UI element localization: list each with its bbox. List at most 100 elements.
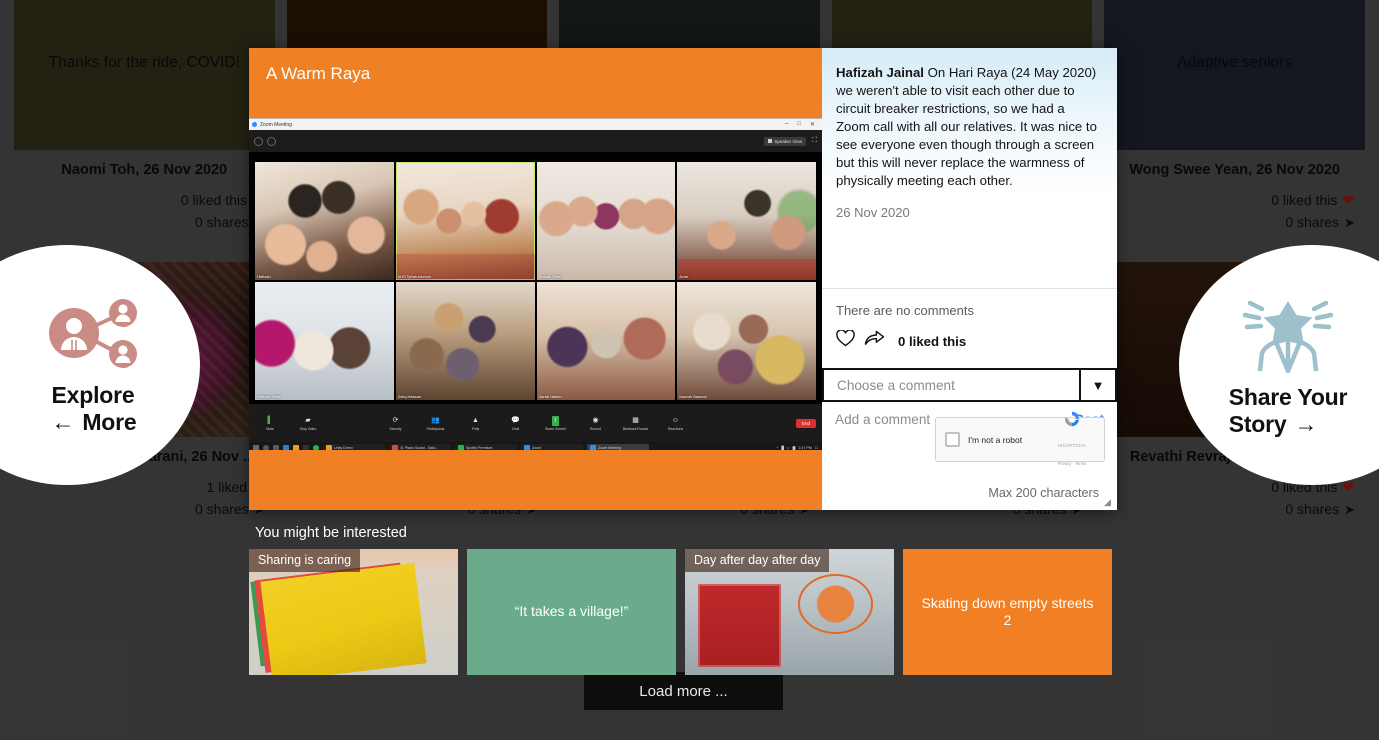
modal-media-pane: A Warm Raya Zoom Meeting – □ ✕: [249, 48, 822, 510]
zoom-chat-button: 💬Chat: [503, 416, 529, 431]
zoom-participant-tile: #HGTyBahAdzriah: [396, 162, 535, 280]
share-story-line2: Story: [1229, 411, 1287, 438]
zoom-top-toolbar: Speaker View ⛶: [249, 130, 822, 152]
recaptcha-checkbox[interactable]: [945, 432, 960, 447]
recaptcha-terms[interactable]: Privacy - Terms: [1058, 461, 1087, 466]
participant-name: Hafizah: [257, 274, 271, 279]
participant-name: Maznih Basirah: [679, 394, 707, 399]
interested-card[interactable]: Skating down empty streets 2: [903, 549, 1112, 675]
interested-card[interactable]: “It takes a village!”: [467, 549, 676, 675]
chart-icon: ▲: [472, 416, 479, 426]
recaptcha-widget[interactable]: I'm not a robot reCAPTCHA Privacy - Term…: [935, 417, 1105, 462]
taskbar-clock: 1:47 PM: [798, 446, 811, 450]
zoom-participants-button: 👥Participants: [423, 416, 449, 431]
network-share-people-icon: [44, 295, 144, 376]
zoom-record-button: ◉Record: [583, 416, 609, 431]
zoom-security-label: Security: [389, 427, 401, 431]
zoom-participant-tile: Zeliq Hassan: [396, 282, 535, 400]
microphone-icon: ▌: [268, 416, 273, 426]
zoom-reactions-label: Reactions: [668, 427, 683, 431]
zoom-polls-label: Polls: [472, 427, 479, 431]
explore-more-line2: More: [82, 409, 136, 436]
zoom-app-icon: [252, 122, 257, 127]
max-characters-hint: Max 200 characters: [988, 486, 1099, 500]
zoom-window-controls: – □ ✕: [785, 121, 819, 128]
participant-name: Azim: [679, 274, 688, 279]
zoom-participants-label: Participants: [427, 427, 445, 431]
zoom-share-label: Share Screen: [545, 427, 566, 431]
zoom-view-controls: Speaker View ⛶: [764, 137, 817, 146]
likes-label: 0 liked this: [898, 334, 966, 349]
share-story-line2-group: Story →: [1229, 411, 1348, 438]
interested-card-corner-label: Sharing is caring: [249, 549, 360, 572]
taskbar-app-label: Unity Demo: [334, 446, 353, 450]
interested-section-title: You might be interested: [249, 525, 1117, 541]
zoom-center-controls: ⟳Security 👥Participants ▲Polls 💬Chat ↑Sh…: [383, 416, 689, 431]
chevron-down-icon[interactable]: ▼: [1079, 370, 1115, 400]
zoom-window-title: Zoom Meeting: [260, 122, 292, 128]
interested-card[interactable]: Sharing is caring: [249, 549, 458, 675]
zoom-polls-button: ▲Polls: [463, 416, 489, 431]
participant-name: Sharah Farid: [539, 274, 562, 279]
zoom-video-button: ▰ Stop Video: [295, 416, 321, 431]
app-icon: [326, 445, 332, 450]
resize-handle[interactable]: ◢: [1104, 497, 1114, 507]
explore-more-label-group: Explore ← More: [52, 382, 137, 435]
grid-icon: [768, 139, 772, 143]
zoom-breakout-label: Breakout Rooms: [623, 427, 648, 431]
taskbar-app: 11 Piano Social - Safa...: [389, 444, 451, 450]
notifications-icon: ☐: [815, 446, 818, 450]
minimize-icon: –: [785, 121, 788, 128]
share-story-line1: Share Your: [1229, 384, 1348, 411]
page-root: Thanks for the ride, COVID! Naomi Toh, 2…: [0, 0, 1379, 740]
zoom-chat-label: Chat: [512, 427, 519, 431]
story-body: Hafizah Jainal On Hari Raya (24 May 2020…: [822, 48, 1117, 288]
battery-icon: ▇: [793, 446, 796, 450]
share-arrow-icon[interactable]: [864, 330, 885, 352]
recaptcha-logo-icon: [1062, 416, 1082, 433]
volume-icon: ♫: [787, 446, 790, 450]
story-description: On Hari Raya (24 May 2020) we weren't ab…: [836, 65, 1097, 188]
zoom-breakout-button: ▦Breakout Rooms: [623, 416, 649, 431]
zoom-window-titlebar: Zoom Meeting – □ ✕: [249, 119, 822, 130]
heart-outline-icon[interactable]: [836, 330, 855, 352]
comments-section: There are no comments 0 liked this: [822, 288, 1117, 362]
participant-name: #HGTyBahAdzriah: [398, 274, 431, 279]
taskbar-tray: ^ █ ♫ ▇ 1:47 PM ☐: [777, 446, 818, 450]
zoom-participant-tile: Sarah Hakim: [537, 282, 676, 400]
choose-comment-select[interactable]: Choose a comment ▼: [822, 368, 1117, 402]
zoom-participant-grid: Hafizah #HGTyBahAdzriah Sharah Farid Azi…: [249, 152, 822, 404]
maximize-icon: □: [797, 121, 801, 128]
taskbar-app-label: Spotify Premium: [466, 446, 492, 450]
story-text-block: Hafizah Jainal On Hari Raya (24 May 2020…: [836, 64, 1101, 190]
story-media-image: Zoom Meeting – □ ✕: [249, 118, 822, 450]
app-icon: [590, 445, 596, 450]
taskbar-app-label: Zoom Meeting: [598, 446, 621, 450]
people-icon: 👥: [431, 416, 440, 426]
zoom-av-controls: ▌ Mute ▰ Stop Video: [257, 416, 321, 431]
speaker-view-button: Speaker View: [764, 137, 806, 146]
modal-title: A Warm Raya: [249, 48, 822, 118]
shining-star-person-icon: [1234, 293, 1342, 378]
choose-comment-value: Choose a comment: [824, 378, 1079, 393]
zoom-mute-label: Mute: [266, 427, 274, 431]
taskbar-app-label: Zoom: [532, 446, 541, 450]
zoom-participant-tile: Azim: [677, 162, 816, 280]
arrow-left-icon: ←: [52, 409, 75, 436]
load-more-button[interactable]: Load more ...: [584, 672, 783, 710]
zoom-control-bar: ▌ Mute ▰ Stop Video ⟳Security 👥Participa…: [249, 404, 822, 442]
zoom-security-button: ⟳Security: [383, 416, 409, 431]
zoom-record-label: Record: [590, 427, 601, 431]
breakout-rooms-icon: ▦: [632, 416, 639, 426]
zoom-end-button: End: [796, 419, 816, 428]
story-date: 26 Nov 2020: [836, 205, 1101, 220]
interested-card[interactable]: Day after day after day: [685, 549, 894, 675]
you-might-be-interested-section: You might be interested Sharing is carin…: [249, 525, 1117, 675]
zoom-reactions-button: ☺Reactions: [663, 416, 689, 431]
windows-taskbar: Unity Demo 11 Piano Social - Safa... Spo…: [249, 442, 822, 450]
shield-icon: ⟳: [393, 416, 399, 426]
zoom-video-label: Stop Video: [300, 427, 317, 431]
interested-cards-row: Sharing is caring “It takes a village!” …: [249, 549, 1117, 675]
app-icon: [458, 445, 464, 450]
zoom-top-left-pills: [254, 137, 276, 146]
